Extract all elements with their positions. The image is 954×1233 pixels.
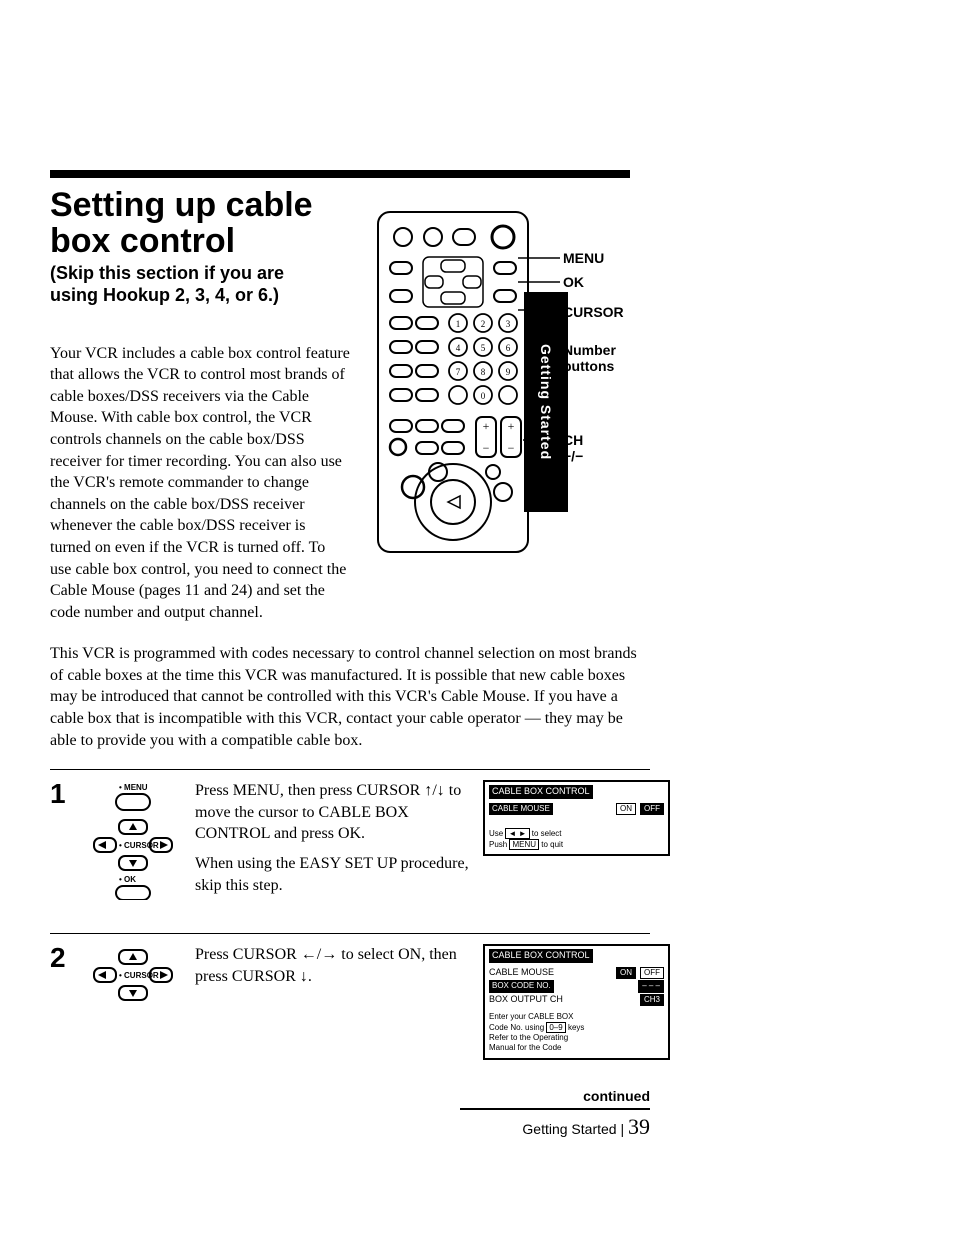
header-rule (50, 170, 630, 178)
step-2: 2 • CURSOR Press CURSOR ←/→ to select ON… (50, 944, 670, 1059)
divider-2 (50, 933, 650, 934)
svg-text:8: 8 (481, 367, 486, 377)
svg-text:0: 0 (481, 391, 486, 401)
step-2-icons: • CURSOR (86, 944, 181, 1019)
step-1-icons: • MENU • CURSOR • OK (86, 780, 181, 905)
step-2-text1: Press CURSOR ←/→ to select ON, then pres… (195, 944, 469, 987)
page-number: 39 (628, 1114, 650, 1139)
svg-text:−: − (483, 441, 490, 455)
osd2-row3-val: CH3 (640, 994, 664, 1006)
osd2-hints: Enter your CABLE BOX Code No. using 0–9 … (489, 1012, 664, 1054)
osd2-on: ON (616, 967, 636, 979)
footer-section: Getting Started (522, 1121, 616, 1137)
step-2-number: 2 (50, 944, 72, 972)
step-2-text: Press CURSOR ←/→ to select ON, then pres… (195, 944, 469, 995)
footer-rule (460, 1108, 650, 1110)
page-title: Setting up cable box control (50, 188, 350, 259)
svg-text:4: 4 (456, 343, 461, 353)
osd1-on: ON (616, 803, 636, 815)
title-block: Setting up cable box control (Skip this … (50, 188, 350, 307)
osd2-hint3: Refer to the Operating (489, 1033, 664, 1043)
continued-label: continued (50, 1088, 650, 1104)
svg-text:9: 9 (506, 367, 511, 377)
svg-text:• CURSOR: • CURSOR (119, 841, 159, 850)
osd2-row2-val: – – – (638, 980, 664, 992)
svg-text:2: 2 (481, 319, 486, 329)
section-side-tab: Getting Started (524, 292, 568, 512)
title-line1: Setting up cable (50, 186, 313, 224)
svg-text:+: + (508, 419, 515, 433)
svg-text:• CURSOR: • CURSOR (119, 971, 159, 980)
svg-text:• OK: • OK (119, 875, 136, 884)
svg-text:1: 1 (456, 319, 461, 329)
svg-text:6: 6 (506, 343, 511, 353)
osd2-hint1: Enter your CABLE BOX (489, 1012, 664, 1022)
step-1-text2: When using the EASY SET UP procedure, sk… (195, 853, 469, 896)
svg-text:+: + (483, 419, 490, 433)
title-line2: box control (50, 222, 235, 260)
osd1-title: CABLE BOX CONTROL (489, 785, 593, 799)
step-1-number: 1 (50, 780, 72, 808)
svg-text:5: 5 (481, 343, 486, 353)
body-p2: This VCR is programmed with codes necess… (50, 643, 650, 751)
osd2-title: CABLE BOX CONTROL (489, 949, 593, 963)
osd1-off: OFF (640, 803, 664, 815)
step-1-text1: Press MENU, then press CURSOR ↑/↓ to mov… (195, 780, 469, 845)
divider-1 (50, 769, 650, 770)
subtitle-line2: using Hookup 2, 3, 4, or 6.) (50, 285, 279, 305)
osd2-row2-label: BOX CODE NO. (489, 980, 554, 992)
osd1-hints: Use ◄ ► to select Push MENU to quit (489, 829, 664, 850)
osd2-row3-label: BOX OUTPUT CH (489, 994, 563, 1006)
step-1-text: Press MENU, then press CURSOR ↑/↓ to mov… (195, 780, 469, 904)
svg-text:3: 3 (506, 319, 511, 329)
side-tab-text: Getting Started (538, 344, 554, 460)
subtitle-line1: (Skip this section if you are (50, 263, 284, 283)
osd2-off: OFF (640, 967, 664, 979)
svg-text:7: 7 (456, 367, 461, 377)
step1-menu-label: • MENU (119, 783, 148, 792)
remote-diagram: 1 2 3 4 5 6 7 8 9 0 (368, 202, 548, 562)
svg-text:−: − (508, 441, 515, 455)
osd2-hint4: Manual for the Code (489, 1043, 664, 1053)
osd2-row1-label: CABLE MOUSE (489, 967, 554, 979)
step-1-osd: CABLE BOX CONTROL CABLE MOUSE ON OFF Use… (483, 780, 670, 856)
page-subtitle: (Skip this section if you are using Hook… (50, 263, 350, 306)
osd1-row1-label: CABLE MOUSE (489, 803, 553, 815)
step-1: 1 • MENU • CURSOR • OK Press MENU, then … (50, 780, 670, 905)
intro-paragraph: Your VCR includes a cable box control fe… (50, 343, 350, 624)
intro-p1: Your VCR includes a cable box control fe… (50, 343, 350, 624)
step-2-osd: CABLE BOX CONTROL CABLE MOUSE ON OFF BOX… (483, 944, 670, 1059)
page-footer: continued Getting Started | 39 (50, 1088, 650, 1140)
